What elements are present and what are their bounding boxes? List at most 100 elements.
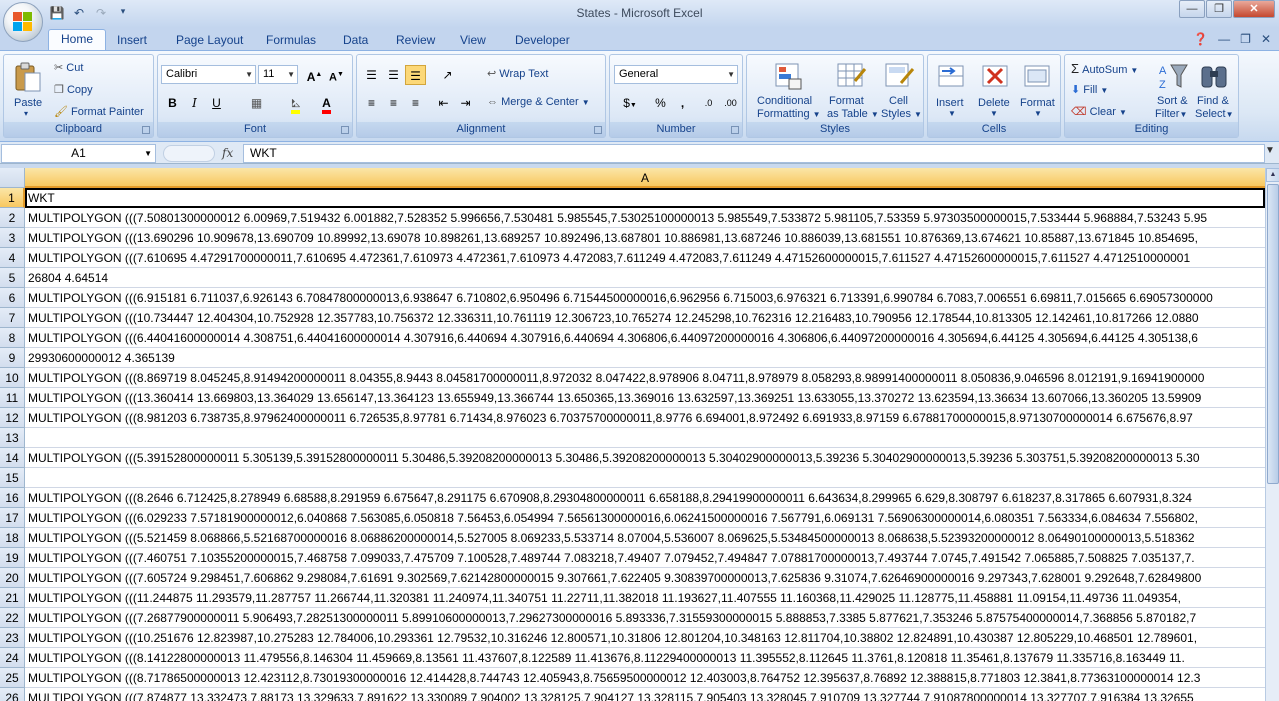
- vertical-scrollbar[interactable]: ▲: [1265, 168, 1279, 701]
- minimize-button[interactable]: —: [1179, 0, 1205, 18]
- column-header-a[interactable]: A: [25, 168, 1265, 188]
- cell[interactable]: MULTIPOLYGON (((7.50801300000012 6.00969…: [28, 208, 1265, 228]
- tab-data[interactable]: Data: [343, 31, 368, 49]
- cell[interactable]: 29930600000012 4.365139: [28, 348, 1265, 368]
- row-header[interactable]: 22: [0, 608, 25, 628]
- cell[interactable]: MULTIPOLYGON (((8.981203 6.738735,8.9796…: [28, 408, 1265, 428]
- row-header[interactable]: 17: [0, 508, 25, 528]
- tab-developer[interactable]: Developer: [515, 31, 570, 49]
- wrap-text-button[interactable]: ↩ Wrap Text: [487, 67, 548, 80]
- row-header[interactable]: 8: [0, 328, 25, 348]
- align-middle-icon[interactable]: ☰: [383, 65, 404, 85]
- row-header[interactable]: 9: [0, 348, 25, 368]
- row-header[interactable]: 15: [0, 468, 25, 488]
- row-header[interactable]: 20: [0, 568, 25, 588]
- row-header[interactable]: 4: [0, 248, 25, 268]
- align-center-icon[interactable]: ≡: [383, 93, 404, 113]
- name-box[interactable]: A1 ▼: [1, 144, 156, 163]
- find-select-button[interactable]: Find & Select▼: [1193, 57, 1237, 121]
- currency-button[interactable]: $▼: [616, 93, 644, 113]
- cell[interactable]: MULTIPOLYGON (((7.460751 7.1035520000001…: [28, 548, 1265, 568]
- insert-function-button[interactable]: fx: [222, 146, 233, 160]
- row-header[interactable]: 26: [0, 688, 25, 701]
- cell[interactable]: MULTIPOLYGON (((13.690296 10.909678,13.6…: [28, 228, 1265, 248]
- expand-formula-bar-icon[interactable]: ▼: [1265, 145, 1277, 156]
- conditional-formatting-button[interactable]: Conditional Formatting ▼: [751, 57, 827, 121]
- row-header[interactable]: 18: [0, 528, 25, 548]
- font-color-icon[interactable]: A: [316, 93, 337, 114]
- scroll-thumb[interactable]: [1267, 184, 1279, 484]
- row-header[interactable]: 24: [0, 648, 25, 668]
- row-header[interactable]: 14: [0, 448, 25, 468]
- row-header[interactable]: 6: [0, 288, 25, 308]
- tab-review[interactable]: Review: [396, 31, 435, 49]
- row-header[interactable]: 16: [0, 488, 25, 508]
- cell[interactable]: MULTIPOLYGON (((7.26877900000011 5.90649…: [28, 608, 1265, 628]
- cell[interactable]: MULTIPOLYGON (((7.610695 4.4729170000001…: [28, 248, 1265, 268]
- cell[interactable]: MULTIPOLYGON (((6.44041600000014 4.30875…: [28, 328, 1265, 348]
- number-launcher-icon[interactable]: [731, 126, 739, 134]
- number-format-combo[interactable]: General ▼: [614, 65, 738, 84]
- align-bottom-icon[interactable]: ☰: [405, 65, 426, 85]
- tab-insert[interactable]: Insert: [117, 31, 147, 49]
- row-header[interactable]: 25: [0, 668, 25, 688]
- row-header[interactable]: 2: [0, 208, 25, 228]
- row-header[interactable]: 5: [0, 268, 25, 288]
- comma-button[interactable]: ,: [672, 93, 693, 113]
- increase-indent-icon[interactable]: ⇥: [455, 93, 476, 113]
- row-header[interactable]: 3: [0, 228, 25, 248]
- fill-color-icon[interactable]: ⛡: [285, 93, 306, 114]
- align-top-icon[interactable]: ☰: [361, 65, 382, 85]
- cell[interactable]: MULTIPOLYGON (((10.251676 12.823987,10.2…: [28, 628, 1265, 648]
- tab-formulas[interactable]: Formulas: [266, 31, 316, 49]
- cell[interactable]: MULTIPOLYGON (((6.029233 7.5718190000001…: [28, 508, 1265, 528]
- help-icon[interactable]: ❓: [1193, 32, 1208, 46]
- office-button[interactable]: [3, 2, 43, 42]
- cell[interactable]: MULTIPOLYGON (((8.869719 8.045245,8.9149…: [28, 368, 1265, 388]
- select-all-button[interactable]: [0, 168, 25, 188]
- paste-button[interactable]: Paste ▾: [8, 57, 48, 121]
- ribbon-restore-icon[interactable]: ❐: [1240, 32, 1251, 46]
- row-header[interactable]: 10: [0, 368, 25, 388]
- format-as-table-button[interactable]: Format as Table ▼: [827, 57, 879, 121]
- decrease-decimal-button[interactable]: .00: [720, 93, 741, 113]
- percent-button[interactable]: %: [650, 93, 671, 113]
- cell[interactable]: MULTIPOLYGON (((5.39152800000011 5.30513…: [28, 448, 1265, 468]
- cell[interactable]: 26804 4.64514: [28, 268, 1265, 288]
- format-painter-button[interactable]: 🖌 Format Painter: [54, 105, 144, 118]
- cell[interactable]: MULTIPOLYGON (((8.14122800000013 11.4795…: [28, 648, 1265, 668]
- alignment-launcher-icon[interactable]: [594, 126, 602, 134]
- tab-home[interactable]: Home: [48, 29, 107, 50]
- formula-input[interactable]: WKT: [243, 144, 1265, 163]
- restore-button[interactable]: ❐: [1206, 0, 1232, 18]
- cell[interactable]: MULTIPOLYGON (((13.360414 13.669803,13.3…: [28, 388, 1265, 408]
- cell[interactable]: [28, 468, 1265, 488]
- orientation-icon[interactable]: ↗: [437, 65, 458, 85]
- close-button[interactable]: ✕: [1233, 0, 1275, 18]
- cell[interactable]: MULTIPOLYGON (((10.734447 12.404304,10.7…: [28, 308, 1265, 328]
- sort-filter-button[interactable]: A Z Sort & Filter▼: [1153, 57, 1193, 121]
- cell[interactable]: MULTIPOLYGON (((5.521459 8.068866,5.5216…: [28, 528, 1265, 548]
- cell[interactable]: MULTIPOLYGON (((11.244875 11.293579,11.2…: [28, 588, 1265, 608]
- clear-button[interactable]: ⌫ Clear ▼: [1071, 105, 1127, 118]
- decrease-indent-icon[interactable]: ⇤: [433, 93, 454, 113]
- bold-button[interactable]: B: [162, 93, 183, 113]
- cut-button[interactable]: ✂ Cut: [54, 61, 83, 74]
- ribbon-close-icon[interactable]: ✕: [1261, 32, 1271, 46]
- row-header[interactable]: 21: [0, 588, 25, 608]
- row-header[interactable]: 7: [0, 308, 25, 328]
- tab-view[interactable]: View: [460, 31, 486, 49]
- italic-button[interactable]: I: [184, 93, 205, 113]
- row-header[interactable]: 11: [0, 388, 25, 408]
- row-header[interactable]: 23: [0, 628, 25, 648]
- merge-center-button[interactable]: ⇔ Merge & Center ▼: [487, 96, 590, 108]
- align-right-icon[interactable]: ≡: [405, 93, 426, 113]
- cell[interactable]: MULTIPOLYGON (((6.915181 6.711037,6.9261…: [28, 288, 1265, 308]
- cell[interactable]: MULTIPOLYGON (((7.605724 9.298451,7.6068…: [28, 568, 1265, 588]
- align-left-icon[interactable]: ≡: [361, 93, 382, 113]
- paste-dropdown-icon[interactable]: ▾: [24, 109, 28, 118]
- grow-font-button[interactable]: A▲: [304, 65, 325, 85]
- cell[interactable]: [28, 428, 1265, 448]
- borders-icon[interactable]: ▦: [246, 93, 267, 113]
- cell[interactable]: MULTIPOLYGON (((8.2646 6.712425,8.278949…: [28, 488, 1265, 508]
